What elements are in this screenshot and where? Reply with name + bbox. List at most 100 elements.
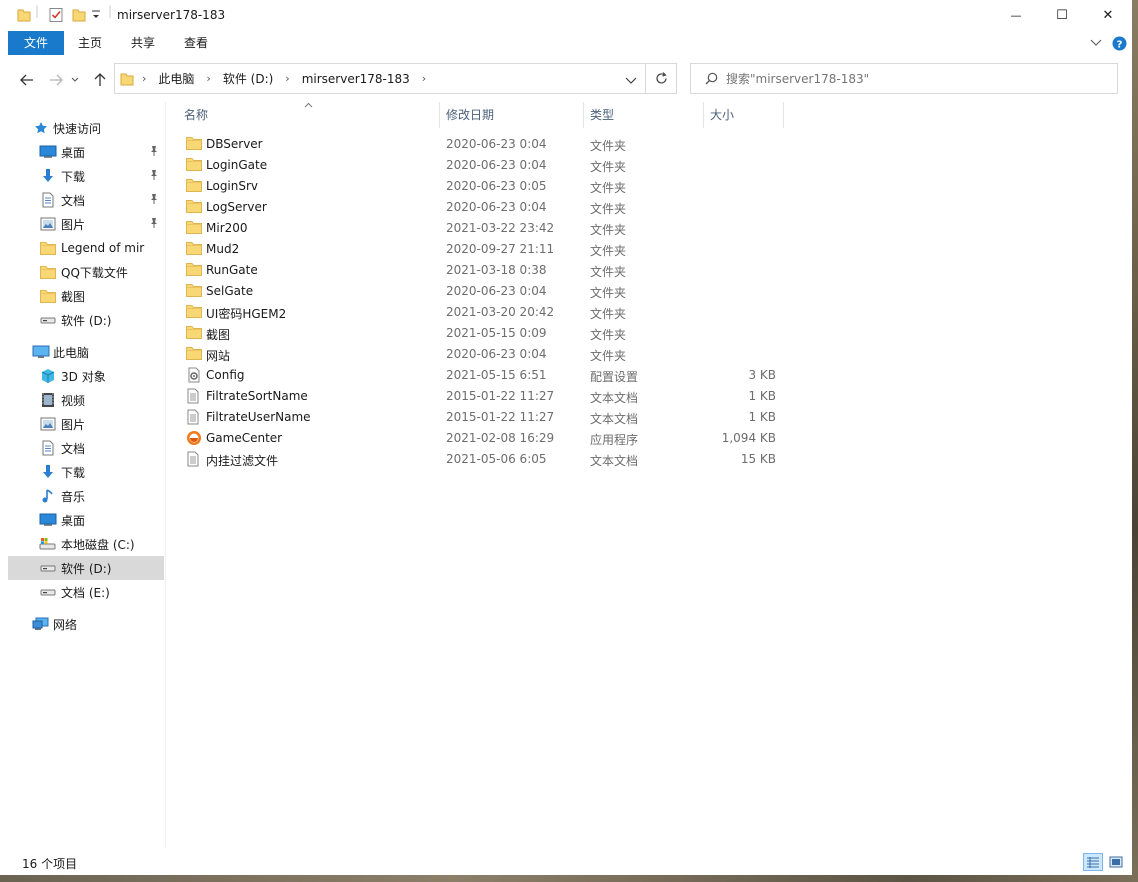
file-name[interactable]: Mud2	[206, 242, 239, 256]
sidebar-item-item[interactable]: 网络	[8, 612, 164, 636]
search-input[interactable]	[726, 71, 1106, 86]
pin-icon[interactable]	[149, 217, 159, 232]
sidebar-item-item[interactable]: 视频	[8, 388, 164, 412]
pin-icon[interactable]	[149, 193, 159, 208]
sidebar-item-d[interactable]: 软件 (D:)	[8, 308, 164, 332]
file-name[interactable]: 内挂过滤文件	[206, 452, 278, 469]
file-name[interactable]: LogServer	[206, 200, 267, 214]
customize-toolbar-icon[interactable]	[91, 9, 101, 24]
sidebar-item-c[interactable]: 本地磁盘 (C:)	[8, 532, 164, 556]
table-row[interactable]: Mir200 2021-03-22 23:42 文件夹	[180, 218, 960, 239]
refresh-button[interactable]	[646, 63, 677, 94]
table-row[interactable]: SelGate 2020-06-23 0:04 文件夹	[180, 281, 960, 302]
maximize-button[interactable]: ☐	[1039, 0, 1085, 31]
sidebar-item-item[interactable]: 下载	[8, 460, 164, 484]
sidebar-item-item[interactable]: 此电脑	[8, 340, 164, 364]
breadcrumb-this-pc[interactable]: 此电脑	[158, 70, 194, 87]
sidebar-item-qq[interactable]: QQ下载文件	[8, 260, 164, 284]
sidebar-item-d[interactable]: 软件 (D:)	[8, 556, 164, 580]
sidebar-item-item[interactable]: 快速访问	[8, 116, 164, 140]
column-header-date[interactable]: 修改日期	[440, 102, 584, 128]
file-name[interactable]: Mir200	[206, 221, 248, 235]
file-name[interactable]: LoginGate	[206, 158, 267, 172]
details-view-button[interactable]	[1083, 853, 1103, 871]
table-row[interactable]: GameCenter 2021-02-08 16:29 应用程序 1,094 KB	[180, 428, 960, 449]
close-button[interactable]: ✕	[1085, 0, 1131, 31]
table-row[interactable]: 网站 2020-06-23 0:04 文件夹	[180, 344, 960, 365]
search-box[interactable]	[690, 63, 1118, 94]
file-name[interactable]: RunGate	[206, 263, 258, 277]
table-row[interactable]: LoginGate 2020-06-23 0:04 文件夹	[180, 155, 960, 176]
sidebar-item-legend-of-mir[interactable]: Legend of mir	[8, 236, 164, 260]
tab-view[interactable]: 查看	[172, 31, 220, 55]
column-header-size[interactable]: 大小	[704, 102, 784, 128]
table-row[interactable]: Mud2 2020-09-27 21:11 文件夹	[180, 239, 960, 260]
file-type: 文件夹	[590, 349, 627, 363]
table-row[interactable]: DBServer 2020-06-23 0:04 文件夹	[180, 134, 960, 155]
file-name[interactable]: DBServer	[206, 137, 263, 151]
file-name[interactable]: FiltrateUserName	[206, 410, 311, 424]
table-row[interactable]: RunGate 2021-03-18 0:38 文件夹	[180, 260, 960, 281]
explorer-window: | | mirserver178-183 — ☐ ✕ 文件 主页 共享 查看 ?…	[0, 0, 1132, 875]
sidebar-item-item[interactable]: 图片	[8, 412, 164, 436]
chevron-right-icon[interactable]: ›	[206, 72, 210, 85]
sidebar-item-label: 文档 (E:)	[61, 585, 110, 600]
recent-locations-button[interactable]	[68, 69, 82, 91]
up-button[interactable]	[89, 69, 111, 91]
sidebar-item-item[interactable]: 文档	[8, 188, 164, 212]
chevron-right-icon[interactable]: ›	[422, 72, 426, 85]
item-count: 16 个项目	[22, 857, 78, 871]
sidebar-item-item[interactable]: 桌面	[8, 140, 164, 164]
large-icons-view-button[interactable]	[1106, 853, 1126, 871]
tab-file[interactable]: 文件	[8, 31, 64, 55]
sidebar-item-item[interactable]: 图片	[8, 212, 164, 236]
table-row[interactable]: 截图 2021-05-15 0:09 文件夹	[180, 323, 960, 344]
properties-icon[interactable]	[48, 7, 64, 26]
music-icon	[39, 488, 57, 504]
chevron-right-icon[interactable]: ›	[285, 72, 289, 85]
expand-ribbon-icon[interactable]	[1090, 37, 1102, 51]
folder-icon	[186, 346, 202, 363]
table-row[interactable]: LoginSrv 2020-06-23 0:05 文件夹	[180, 176, 960, 197]
tab-share[interactable]: 共享	[118, 31, 168, 55]
sidebar-item-3d[interactable]: 3D 对象	[8, 364, 164, 388]
table-row[interactable]: LogServer 2020-06-23 0:04 文件夹	[180, 197, 960, 218]
tab-home[interactable]: 主页	[66, 31, 114, 55]
file-name[interactable]: SelGate	[206, 284, 253, 298]
table-row[interactable]: FiltrateUserName 2015-01-22 11:27 文本文档 1 KB	[180, 407, 960, 428]
file-name[interactable]: Config	[206, 368, 245, 382]
back-button[interactable]	[16, 69, 38, 91]
sidebar-item-item[interactable]: 桌面	[8, 508, 164, 532]
drive-icon	[39, 560, 57, 576]
column-header-type[interactable]: 类型	[584, 102, 704, 128]
address-history-icon[interactable]	[625, 74, 637, 88]
file-name[interactable]: 网站	[206, 347, 230, 364]
file-name[interactable]: UI密码HGEM2	[206, 305, 286, 322]
file-name[interactable]: 截图	[206, 326, 230, 343]
pin-icon[interactable]	[149, 169, 159, 184]
sidebar-item-item[interactable]: 文档	[8, 436, 164, 460]
file-name[interactable]: GameCenter	[206, 431, 282, 445]
table-row[interactable]: UI密码HGEM2 2021-03-20 20:42 文件夹	[180, 302, 960, 323]
sidebar-item-item[interactable]: 截图	[8, 284, 164, 308]
table-row[interactable]: 内挂过滤文件 2021-05-06 6:05 文本文档 15 KB	[180, 449, 960, 470]
breadcrumb-drive-d[interactable]: 软件 (D:)	[223, 70, 273, 87]
help-icon[interactable]: ?	[1112, 36, 1127, 54]
up-arrow-icon	[94, 73, 106, 86]
pin-icon[interactable]	[149, 145, 159, 160]
breadcrumb-current-folder[interactable]: mirserver178-183	[302, 72, 410, 86]
file-date: 2020-06-23 0:04	[446, 347, 547, 361]
new-folder-icon[interactable]	[72, 7, 86, 26]
column-header-name[interactable]: 名称	[178, 102, 440, 128]
table-row[interactable]: FiltrateSortName 2015-01-22 11:27 文本文档 1 KB	[180, 386, 960, 407]
table-row[interactable]: Config 2021-05-15 6:51 配置设置 3 KB	[180, 365, 960, 386]
address-bar[interactable]: › 此电脑 › 软件 (D:) › mirserver178-183 ›	[114, 63, 646, 94]
sidebar-item-item[interactable]: 音乐	[8, 484, 164, 508]
forward-button[interactable]	[45, 69, 67, 91]
sidebar-item-e[interactable]: 文档 (E:)	[8, 580, 164, 604]
minimize-button[interactable]: —	[993, 0, 1039, 31]
sidebar-item-item[interactable]: 下载	[8, 164, 164, 188]
file-name[interactable]: LoginSrv	[206, 179, 258, 193]
file-date: 2021-05-15 6:51	[446, 368, 547, 382]
file-name[interactable]: FiltrateSortName	[206, 389, 308, 403]
